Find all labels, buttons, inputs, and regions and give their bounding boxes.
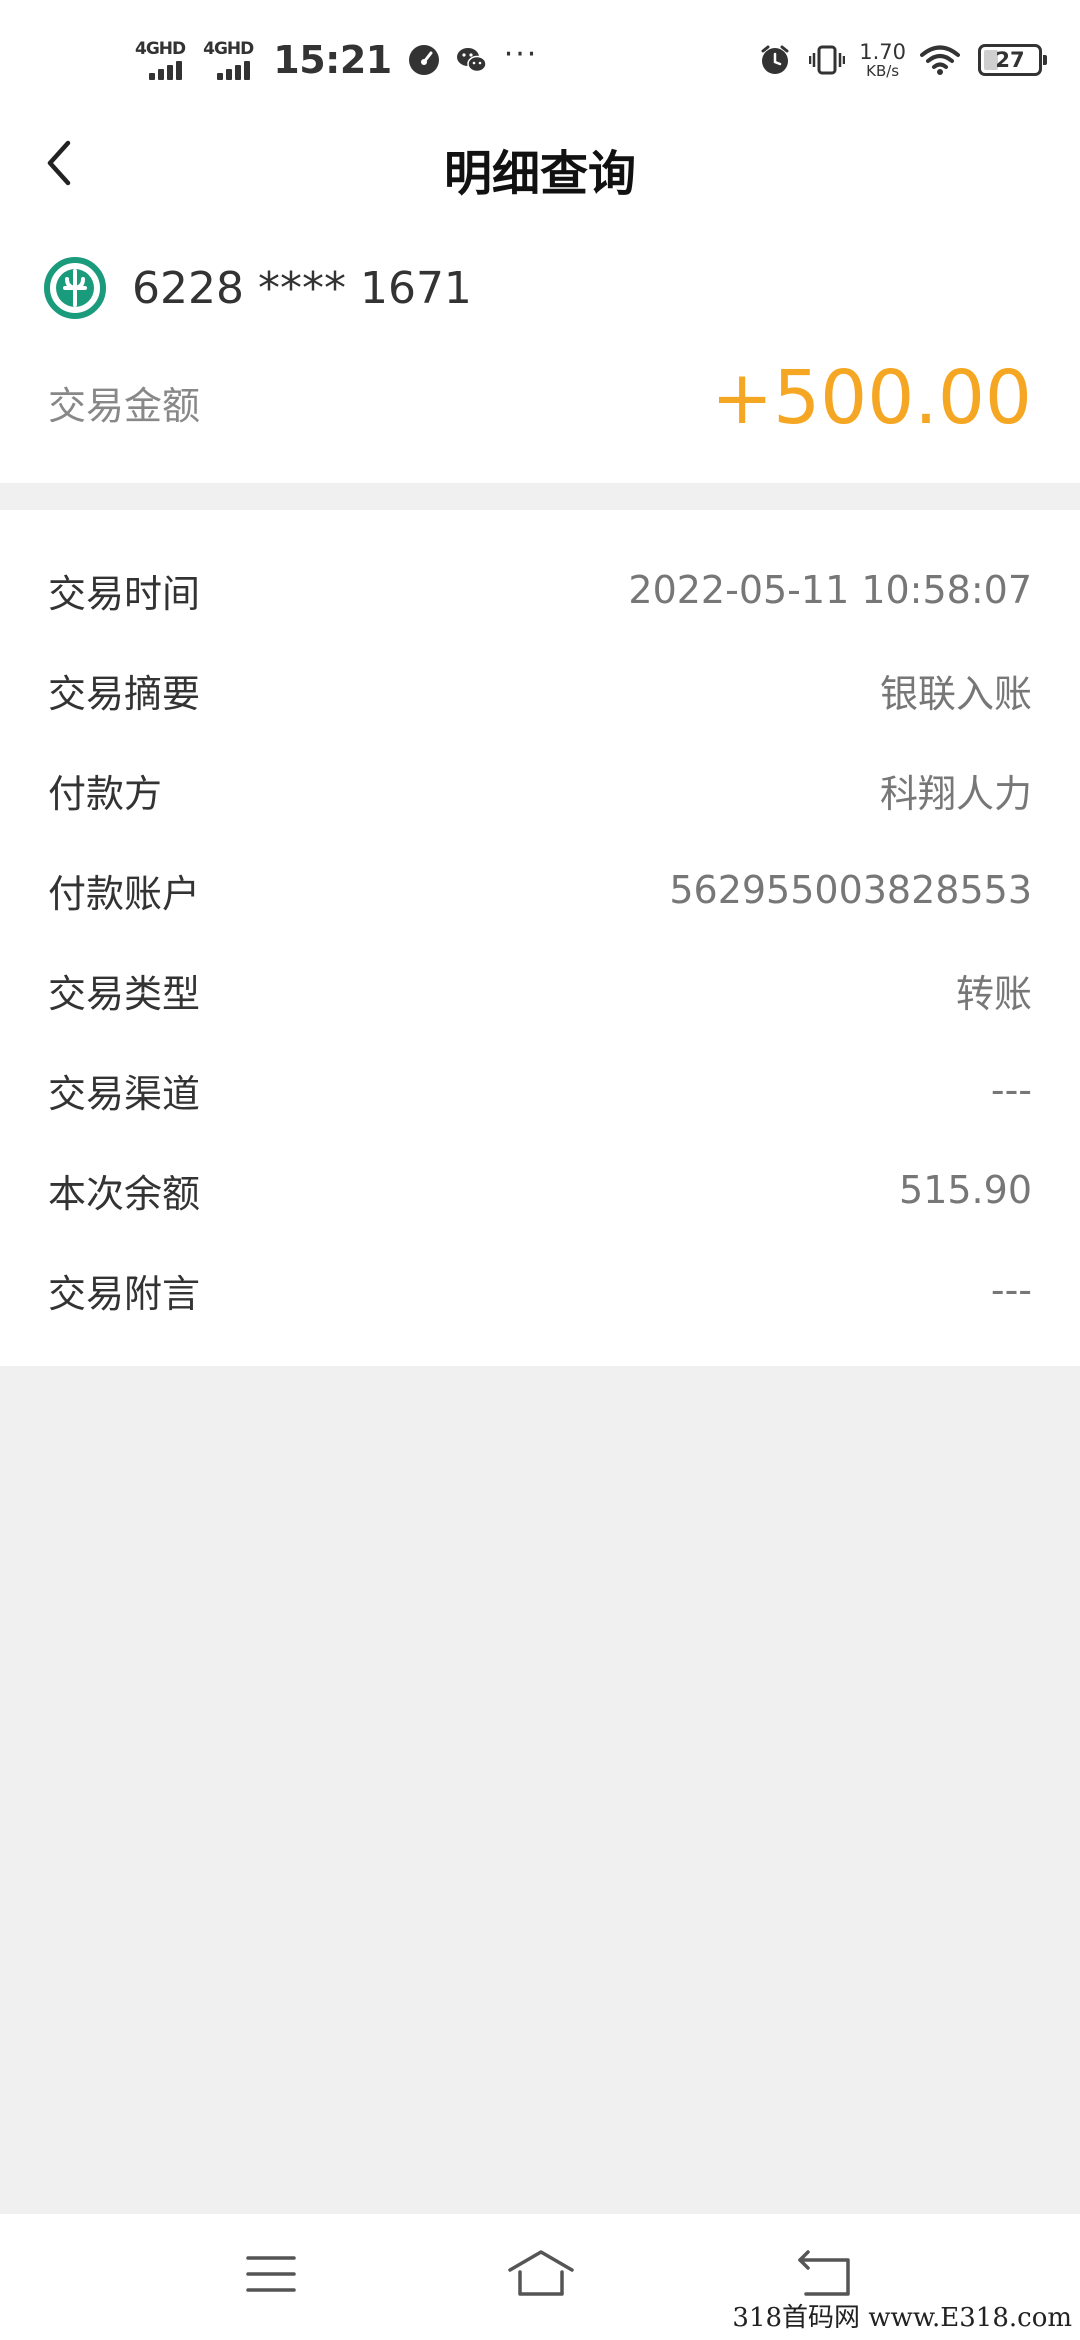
watermark: 318首码网 www.E318.com bbox=[732, 2303, 1072, 2333]
status-time: 15:21 bbox=[273, 38, 392, 82]
detail-label: 交易渠道 bbox=[48, 1071, 201, 1116]
detail-value: 562955003828553 bbox=[669, 868, 1032, 912]
detail-value: --- bbox=[990, 1068, 1032, 1112]
network-speed-value: 1.70 bbox=[859, 39, 906, 64]
detail-row-payer-account: 付款账户 562955003828553 bbox=[0, 840, 1080, 940]
menu-icon[interactable] bbox=[236, 2244, 306, 2304]
battery-level: 27 bbox=[995, 48, 1025, 72]
detail-value: 2022-05-11 10:58:07 bbox=[628, 568, 1032, 612]
transaction-summary: 6228 **** 1671 交易金额 +500.00 bbox=[0, 215, 1080, 483]
signal-sim1: 4GHD bbox=[135, 38, 186, 80]
page-title: 明细查询 bbox=[443, 146, 636, 202]
battery-icon: 27 bbox=[978, 44, 1047, 76]
detail-label: 本次余额 bbox=[48, 1171, 201, 1216]
network-speed: 1.70 KB/s bbox=[859, 39, 906, 80]
detail-value: 515.90 bbox=[899, 1168, 1032, 1212]
more-notifications-icon: ··· bbox=[503, 37, 539, 72]
network-type-label: 4GHD bbox=[203, 38, 254, 59]
detail-label: 付款方 bbox=[48, 771, 163, 816]
bank-logo-icon bbox=[44, 257, 106, 319]
detail-row-type: 交易类型 转账 bbox=[0, 940, 1080, 1040]
wifi-icon bbox=[920, 45, 960, 75]
signal-bars-icon bbox=[217, 60, 253, 80]
detail-label: 付款账户 bbox=[48, 871, 201, 916]
vibrate-icon bbox=[809, 45, 846, 75]
status-bar: 4GHD 4GHD 15:21 ··· 1.70 KB/s 27 bbox=[0, 0, 1080, 120]
network-type-label: 4GHD bbox=[135, 38, 186, 59]
detail-row-remark: 交易附言 --- bbox=[0, 1240, 1080, 1340]
card-number: 6228 **** 1671 bbox=[132, 262, 472, 314]
bank-card-row: 6228 **** 1671 bbox=[44, 255, 472, 321]
detail-row-time: 交易时间 2022-05-11 10:58:07 bbox=[0, 540, 1080, 640]
detail-value: --- bbox=[990, 1268, 1032, 1312]
signal-sim2: 4GHD bbox=[203, 38, 254, 80]
amount-label: 交易金额 bbox=[48, 384, 201, 428]
detail-label: 交易类型 bbox=[48, 971, 201, 1016]
speedometer-icon bbox=[408, 45, 439, 75]
detail-value: 银联入账 bbox=[879, 671, 1032, 716]
amount-value: +500.00 bbox=[711, 355, 1032, 441]
detail-value: 科翔人力 bbox=[879, 771, 1032, 816]
detail-label: 交易摘要 bbox=[48, 671, 201, 716]
detail-row-payer: 付款方 科翔人力 bbox=[0, 740, 1080, 840]
home-icon[interactable] bbox=[506, 2244, 576, 2304]
alarm-icon bbox=[761, 45, 789, 74]
detail-row-balance: 本次余额 515.90 bbox=[0, 1140, 1080, 1240]
page-header: 明细查询 bbox=[0, 120, 1080, 215]
signal-bars-icon bbox=[149, 60, 185, 80]
network-speed-unit: KB/s bbox=[866, 61, 900, 80]
detail-label: 交易时间 bbox=[48, 571, 201, 616]
back-icon[interactable] bbox=[790, 2244, 860, 2304]
transaction-details: 交易时间 2022-05-11 10:58:07 交易摘要 银联入账 付款方 科… bbox=[0, 510, 1080, 1366]
detail-value: 转账 bbox=[955, 971, 1032, 1016]
wechat-icon bbox=[456, 48, 487, 73]
detail-label: 交易附言 bbox=[48, 1271, 201, 1316]
detail-row-channel: 交易渠道 --- bbox=[0, 1040, 1080, 1140]
detail-row-summary: 交易摘要 银联入账 bbox=[0, 640, 1080, 740]
